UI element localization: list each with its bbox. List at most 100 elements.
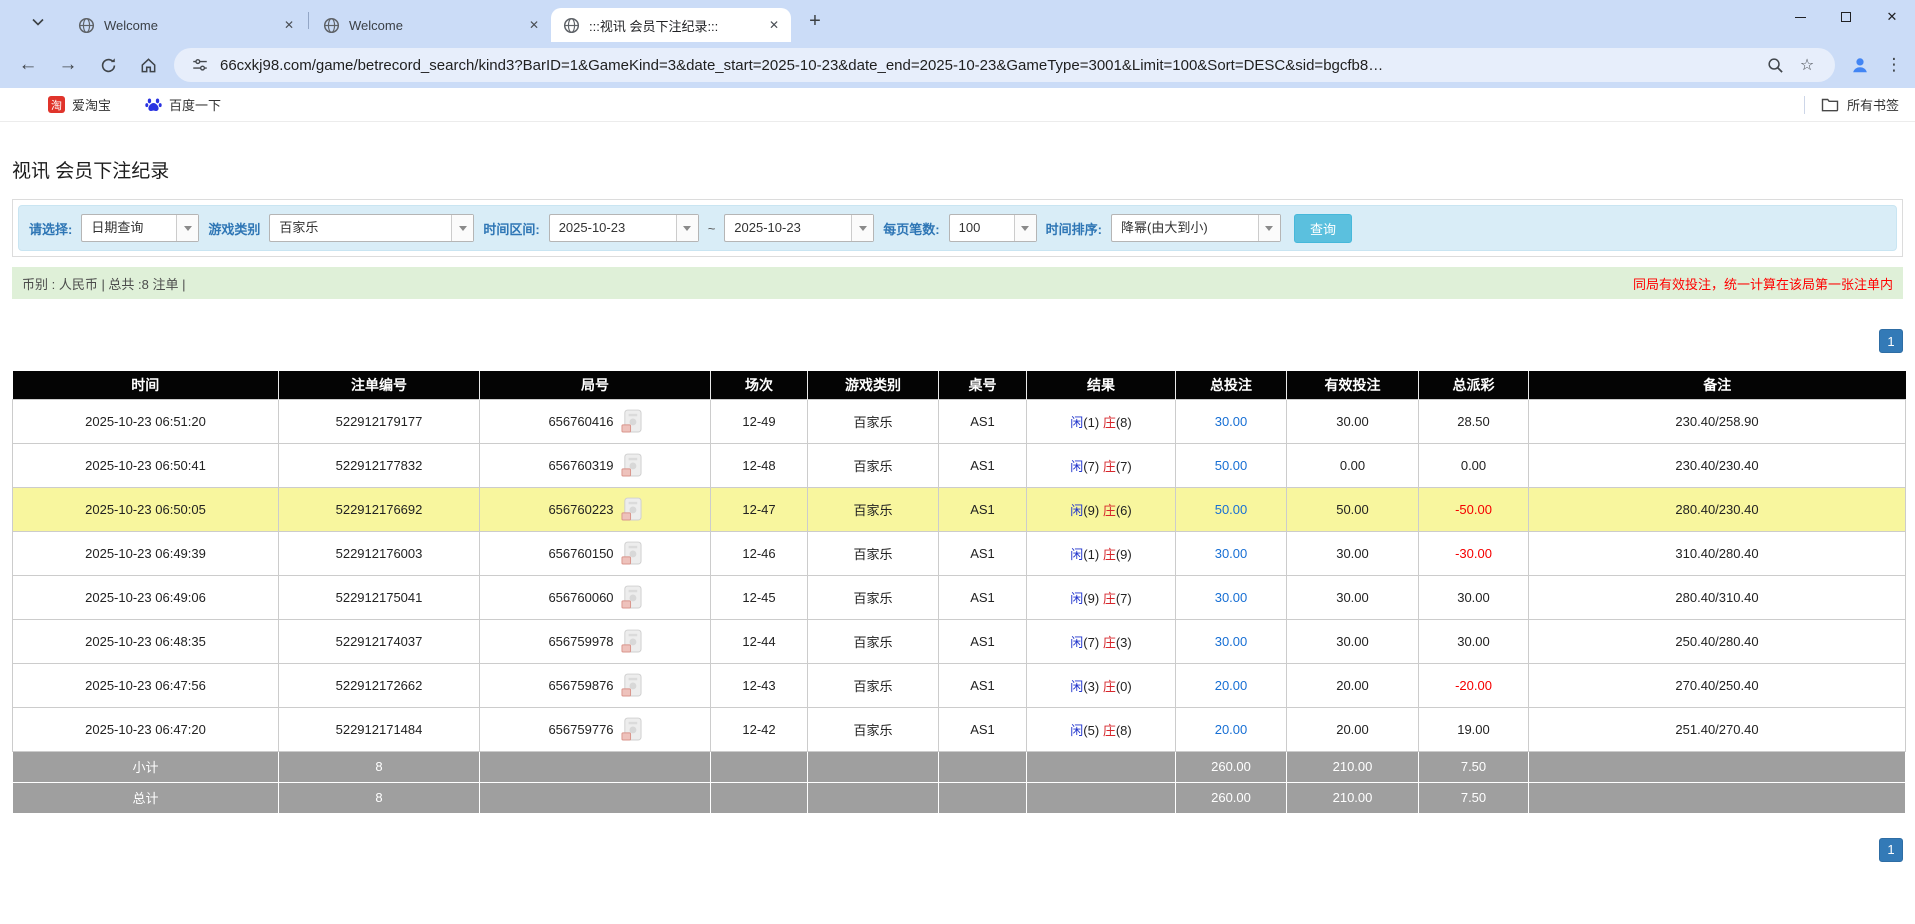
cell-game-type: 百家乐 [807, 574, 939, 620]
close-icon[interactable]: ✕ [765, 16, 783, 34]
chevron-down-icon [1257, 215, 1280, 241]
cell-total-bet-link[interactable]: 50.00 [1175, 442, 1287, 488]
cell-round-number: 656760060 [479, 574, 711, 620]
cell-note: 280.40/310.40 [1528, 574, 1906, 620]
bookmark-baidu[interactable]: 百度一下 [145, 95, 221, 114]
summary-payout: 7.50 [1418, 750, 1529, 783]
round-number: 656760319 [548, 457, 614, 473]
cell-note: 230.40/258.90 [1528, 398, 1906, 444]
profile-avatar[interactable] [1841, 46, 1879, 84]
replay-icon[interactable] [621, 497, 642, 522]
cell-note: 270.40/250.40 [1528, 662, 1906, 708]
replay-icon[interactable] [621, 453, 642, 478]
date-end-value: 2025-10-23 [734, 220, 801, 235]
column-header: 局号 [479, 371, 711, 399]
sort-order-label: 时间排序: [1045, 221, 1102, 237]
page-1-button[interactable]: 1 [1879, 329, 1903, 353]
query-type-select[interactable]: 日期查询 [81, 214, 200, 242]
cell-total-bet-link[interactable]: 30.00 [1175, 618, 1287, 664]
cell-valid-bet: 20.00 [1286, 662, 1419, 708]
player-result: 闲 [1070, 722, 1084, 738]
reload-button[interactable] [88, 46, 128, 84]
round-number: 656760223 [548, 501, 614, 517]
replay-icon[interactable] [621, 629, 642, 654]
summary-empty-cell [479, 750, 711, 783]
replay-icon[interactable] [621, 541, 642, 566]
cell-game-type: 百家乐 [807, 530, 939, 576]
page-size-select[interactable]: 100 [948, 214, 1037, 242]
cell-game-type: 百家乐 [807, 442, 939, 488]
tab-bet-records-active[interactable]: :::视讯 会员下注纪录::: ✕ [551, 8, 791, 42]
chevron-down-icon [451, 215, 474, 241]
banker-result: 庄 [1102, 546, 1116, 562]
cell-game-type: 百家乐 [807, 486, 939, 532]
banker-score: (6) [1115, 502, 1132, 518]
search-button[interactable]: 查询 [1293, 213, 1352, 243]
banker-result: 庄 [1102, 678, 1116, 694]
cell-total-bet-link[interactable]: 30.00 [1175, 398, 1287, 444]
all-bookmarks-label: 所有书签 [1846, 98, 1899, 113]
cell-result: 闲(1) 庄(8) [1026, 398, 1176, 444]
bookmark-taobao[interactable]: 淘 爱淘宝 [48, 95, 111, 114]
cell-total-bet-link[interactable]: 50.00 [1175, 486, 1287, 532]
column-header: 结果 [1026, 371, 1176, 399]
tab-title: :::视讯 会员下注纪录::: [589, 18, 719, 34]
minimize-button[interactable] [1777, 0, 1823, 34]
summary-row: 小计 8 260.00 210.00 7.50 [12, 750, 1906, 783]
tab-search-button[interactable] [24, 8, 52, 36]
forward-button[interactable]: → [48, 46, 88, 84]
banker-score: (8) [1115, 414, 1132, 430]
sort-order-select[interactable]: 降幂(由大到小) [1110, 214, 1281, 242]
bookmark-star-icon[interactable]: ☆ [1791, 55, 1823, 75]
replay-icon[interactable] [621, 585, 642, 610]
close-window-button[interactable]: ✕ [1869, 0, 1915, 34]
column-header: 注单编号 [278, 371, 480, 399]
cell-total-bet-link[interactable]: 20.00 [1175, 662, 1287, 708]
tab-welcome-2[interactable]: Welcome ✕ [311, 8, 551, 42]
close-icon[interactable]: ✕ [525, 16, 543, 34]
url-text: 66cxkj98.com/game/betrecord_search/kind3… [220, 56, 1384, 74]
replay-icon[interactable] [621, 673, 642, 698]
round-number: 656760060 [548, 589, 614, 605]
cell-total-bet-link[interactable]: 30.00 [1175, 530, 1287, 576]
home-button[interactable] [128, 46, 168, 84]
person-icon [1853, 58, 1867, 73]
browser-menu-button[interactable]: ⋮ [1879, 46, 1909, 84]
column-header: 桌号 [938, 371, 1027, 399]
new-tab-button[interactable]: + [801, 7, 829, 35]
cell-session: 12-43 [710, 662, 808, 708]
date-end-select[interactable]: 2025-10-23 [724, 214, 875, 242]
back-button[interactable]: ← [8, 46, 48, 84]
cell-session: 12-45 [710, 574, 808, 620]
summary-empty-cell [1528, 781, 1906, 814]
player-score: (7) [1083, 458, 1100, 474]
date-start-select[interactable]: 2025-10-23 [548, 214, 699, 242]
cell-time: 2025-10-23 06:51:20 [12, 398, 279, 444]
chevron-down-icon [675, 215, 698, 241]
cell-total-bet-link[interactable]: 30.00 [1175, 574, 1287, 620]
chevron-down-icon [176, 215, 199, 241]
tab-welcome-1[interactable]: Welcome ✕ [66, 8, 306, 42]
column-header: 场次 [710, 371, 808, 399]
maximize-button[interactable] [1823, 0, 1869, 34]
summary-payout: 7.50 [1418, 781, 1529, 814]
cell-payout: 28.50 [1418, 398, 1529, 444]
replay-icon[interactable] [621, 717, 642, 742]
cell-game-type: 百家乐 [807, 706, 939, 752]
replay-icon[interactable] [621, 409, 642, 434]
cell-payout: 0.00 [1418, 442, 1529, 488]
summary-valid-bet: 210.00 [1286, 781, 1419, 814]
zoom-icon[interactable] [1759, 57, 1791, 74]
cell-game-type: 百家乐 [807, 618, 939, 664]
all-bookmarks-button[interactable]: 所有书签 [1821, 95, 1899, 114]
summary-info-bar: 币别 : 人民币 | 总共 :8 注单 | 同局有效投注，统一计算在该局第一张注… [12, 267, 1903, 299]
site-info-icon[interactable] [186, 56, 214, 74]
cell-result: 闲(7) 庄(3) [1026, 618, 1176, 664]
address-bar[interactable]: 66cxkj98.com/game/betrecord_search/kind3… [174, 48, 1835, 82]
close-icon[interactable]: ✕ [280, 16, 298, 34]
table-row: 2025-10-23 06:47:56 522912172662 656759876… [12, 662, 1906, 708]
cell-total-bet-link[interactable]: 20.00 [1175, 706, 1287, 752]
page-1-button[interactable]: 1 [1879, 837, 1903, 862]
table-row: 2025-10-23 06:49:39 522912176003 656760150… [12, 530, 1906, 576]
game-type-select[interactable]: 百家乐 [269, 214, 475, 242]
